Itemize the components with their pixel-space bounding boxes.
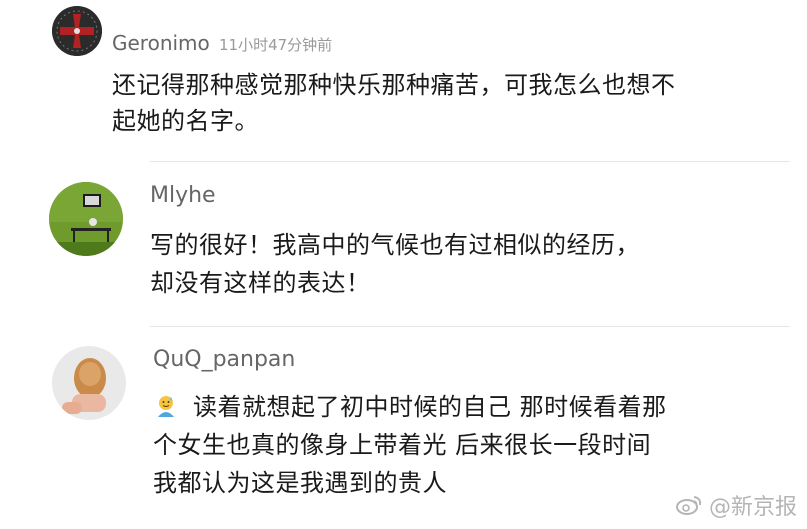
comment-username[interactable]: Mlyhe — [150, 183, 216, 208]
drumstick-photo-icon — [52, 346, 126, 420]
comment-username[interactable]: QuQ_panpan — [153, 347, 295, 372]
comment-timestamp: 11小时47分钟前 — [219, 36, 333, 54]
comment-text-line: 却没有这样的表达！ — [150, 269, 371, 297]
room-photo-icon — [49, 182, 123, 256]
comment-text-line: 我都认为这是我遇到的贵人 — [153, 469, 447, 497]
cross-emblem-icon — [52, 6, 102, 56]
sweat-smile-emoji-icon — [158, 396, 174, 417]
comment-text-line: 读着就想起了初中时候的自己 那时候看着那 — [153, 390, 667, 424]
weibo-icon — [675, 496, 702, 515]
avatar[interactable] — [49, 182, 123, 256]
comment-text-line: 个女生也真的像身上带着光 后来很长一段时间 — [153, 431, 652, 459]
watermark-text: @新京报 — [708, 495, 797, 520]
comment-text-line: 起她的名字。 — [112, 107, 259, 135]
comment-username[interactable]: Geronimo — [112, 31, 210, 55]
weibo-watermark: @新京报 — [675, 489, 797, 521]
avatar[interactable] — [52, 346, 126, 420]
comment-text-line: 还记得那种感觉那种快乐那种痛苦，可我怎么也想不 — [112, 71, 676, 99]
comment-divider — [150, 326, 790, 327]
avatar[interactable] — [52, 6, 102, 56]
comment-divider — [150, 161, 790, 162]
comment-text-line: 写的很好！我高中的气候也有过相似的经历， — [150, 231, 640, 259]
comment-text-line-text: 读着就想起了初中时候的自己 那时候看着那 — [193, 393, 667, 421]
